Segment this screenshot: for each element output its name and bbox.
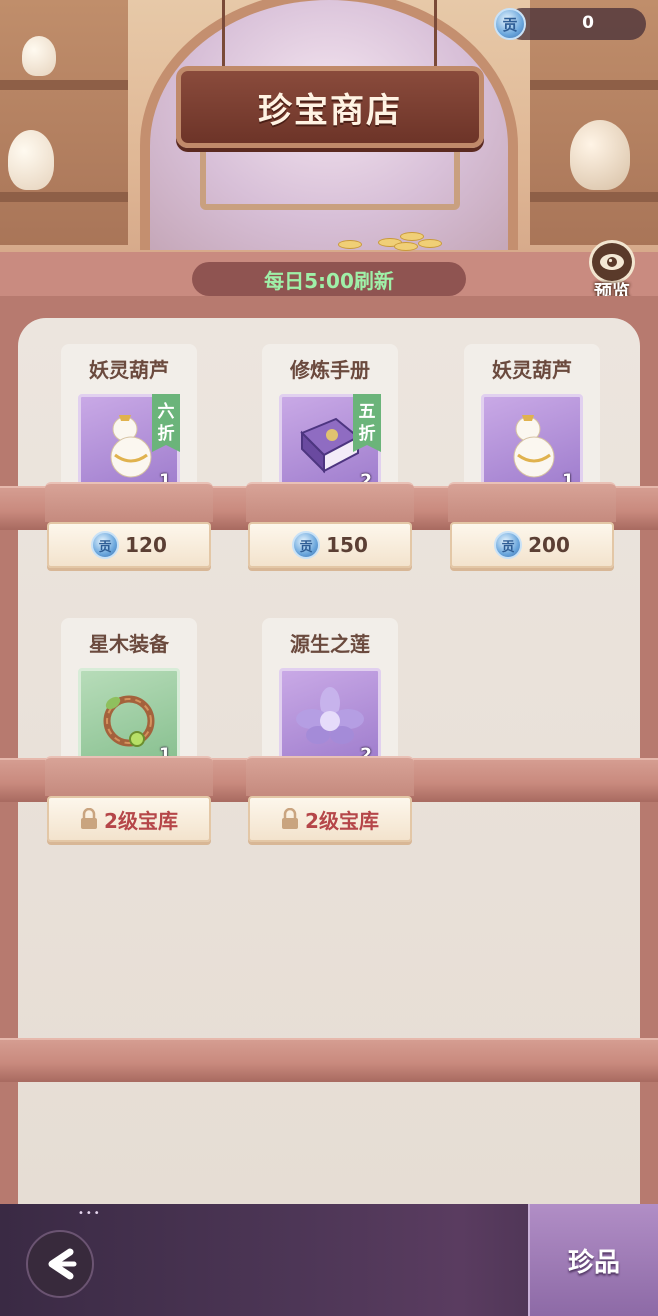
locked-button[interactable]: 2级宝库 [47,796,211,842]
tribute-coin-icon: 贡 [494,8,526,40]
unlock-requirement: 2级宝库 [305,808,379,833]
shop-item[interactable]: 源生之莲 2 2级宝库 [246,618,414,848]
pedestal [45,756,213,796]
shop-item[interactable]: 妖灵葫芦 1 贡 200 [448,344,616,574]
tribute-coin-icon: 贡 [91,531,120,559]
shop-item[interactable]: 星木装备 1 2级宝库 [45,618,213,848]
discount-badge: 六折 [152,394,180,452]
discount-badge: 五折 [353,394,381,452]
refresh-timer: 每日5:00刷新 [192,262,466,296]
vine-ring-icon [103,695,155,747]
item-name: 星木装备 [89,632,169,656]
pedestal [448,482,616,522]
tribute-coin-icon: 贡 [494,531,523,559]
shop-item[interactable]: 修炼手册 五折 2 贡 150 [246,344,414,574]
lotus-icon [296,687,364,744]
tab-treasures[interactable]: 珍品 [528,1204,658,1316]
currency-amount: 0 [582,13,594,33]
shelf-plank [0,1038,658,1082]
back-arrow-icon [48,1248,77,1280]
lock-icon [281,808,299,830]
preview-button[interactable]: 预览 [586,240,638,304]
item-icon-frame: 六折 1 [78,394,180,496]
bottom-bar: ••• 珍品 [0,1204,658,1316]
shop-item[interactable]: 妖灵葫芦 六折 1 贡 120 [45,344,213,574]
tab-label: 珍品 [567,1247,620,1278]
item-icon-frame: 2 [279,668,381,770]
pedestal [246,756,414,796]
coin-pile [338,230,448,251]
item-name: 妖灵葫芦 [89,358,169,382]
item-name: 妖灵葫芦 [492,358,572,382]
shop-title: 珍宝商店 [258,90,402,131]
page-dots: ••• [78,1208,102,1219]
item-price: 120 [125,533,167,557]
locked-button[interactable]: 2级宝库 [248,796,412,842]
item-icon-frame: 1 [481,394,583,496]
pedestal [246,482,414,522]
buy-button[interactable]: 贡 150 [248,522,412,568]
item-price: 150 [326,533,368,557]
unlock-requirement: 2级宝库 [104,808,178,833]
shop-title-sign: 珍宝商店 [176,66,484,148]
item-name: 源生之莲 [290,632,370,656]
buy-button[interactable]: 贡 200 [450,522,614,568]
item-name: 修炼手册 [290,358,370,382]
tribute-coin-icon: 贡 [292,531,321,559]
gourd-icon [513,415,555,478]
item-price: 200 [528,533,570,557]
item-icon-frame: 五折 2 [279,394,381,496]
currency-display: 贡 0 [494,8,646,40]
item-icon-frame: 1 [78,668,180,770]
back-button[interactable] [26,1230,94,1298]
lock-icon [80,808,98,830]
buy-button[interactable]: 贡 120 [47,522,211,568]
pedestal [45,482,213,522]
left-shelf [0,0,128,245]
